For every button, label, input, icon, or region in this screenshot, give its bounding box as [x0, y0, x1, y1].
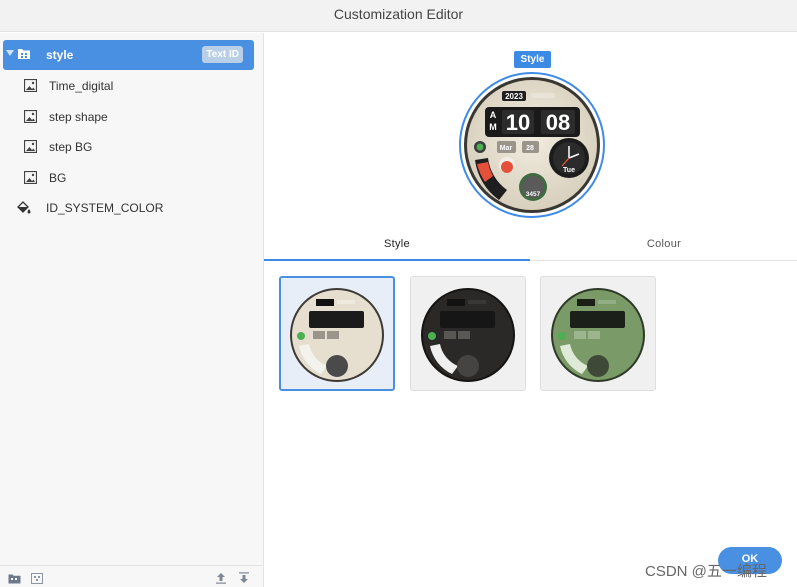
- text-id-badge: Text ID: [202, 46, 243, 63]
- weekday-text: Tue: [563, 167, 575, 174]
- image-icon: [23, 109, 38, 126]
- year-text: 2023: [505, 92, 523, 101]
- editor-tabs: Style Colour: [264, 233, 797, 261]
- tab-colour[interactable]: Colour: [531, 233, 797, 261]
- style-option-dark[interactable]: [410, 276, 526, 391]
- tree-item-style[interactable]: style Text ID: [3, 40, 254, 70]
- decor-pill: [531, 93, 555, 98]
- image-icon: [23, 78, 38, 95]
- tab-style[interactable]: Style: [264, 233, 530, 261]
- add-layer-icon[interactable]: [31, 571, 43, 587]
- tree-item-time-digital[interactable]: Time_digital: [0, 71, 264, 101]
- add-folder-icon[interactable]: [8, 571, 21, 587]
- tree-toolbar: [0, 565, 264, 587]
- tree-item-label: ID_SYSTEM_COLOR: [46, 201, 164, 215]
- thumbnail-face-green: [551, 288, 645, 382]
- image-icon: [23, 170, 38, 187]
- move-down-icon[interactable]: [238, 571, 250, 587]
- tree-item-label: BG: [49, 171, 67, 185]
- tree-item-label: style: [46, 48, 74, 62]
- minutes-text: 08: [546, 110, 570, 135]
- tree-item-label: step shape: [49, 110, 108, 124]
- preview-style-tag: Style: [514, 51, 551, 68]
- watch-face-preview: 2023 A M 10 08 Mar 28 Tue 3457: [459, 72, 605, 218]
- watch-face-svg: 2023 A M 10 08 Mar 28 Tue 3457: [464, 77, 600, 213]
- style-option-cream[interactable]: [279, 276, 395, 391]
- thumbnail-face-dark: [421, 288, 515, 382]
- tree-item-system-color[interactable]: ID_SYSTEM_COLOR: [0, 193, 264, 223]
- step-icon-bg: [501, 161, 513, 173]
- am-letter: A: [490, 110, 497, 120]
- image-icon: [23, 139, 38, 156]
- style-option-green[interactable]: [540, 276, 656, 391]
- hours-text: 10: [506, 110, 530, 135]
- move-up-icon[interactable]: [215, 571, 227, 587]
- window-title: Customization Editor: [0, 0, 797, 32]
- folder-icon: [17, 47, 31, 63]
- m-letter: M: [489, 122, 497, 132]
- tree-item-step-bg[interactable]: step BG: [0, 132, 264, 162]
- day-text: 28: [526, 145, 534, 152]
- chevron-down-icon[interactable]: [6, 50, 14, 56]
- steps-text: 3457: [526, 191, 541, 198]
- watermark-text: CSDN @五一编程: [645, 563, 767, 580]
- thumbnail-face-cream: [290, 288, 384, 382]
- paint-bucket-icon: [16, 201, 31, 218]
- tree-item-step-shape[interactable]: step shape: [0, 102, 264, 132]
- month-text: Mar: [500, 145, 513, 152]
- indicator-light: [476, 143, 484, 151]
- tree-item-label: step BG: [49, 140, 93, 154]
- tree-item-bg[interactable]: BG: [0, 163, 264, 193]
- tree-item-label: Time_digital: [49, 79, 114, 93]
- layer-tree-panel: style Text ID Time_digital step shape st…: [0, 33, 264, 587]
